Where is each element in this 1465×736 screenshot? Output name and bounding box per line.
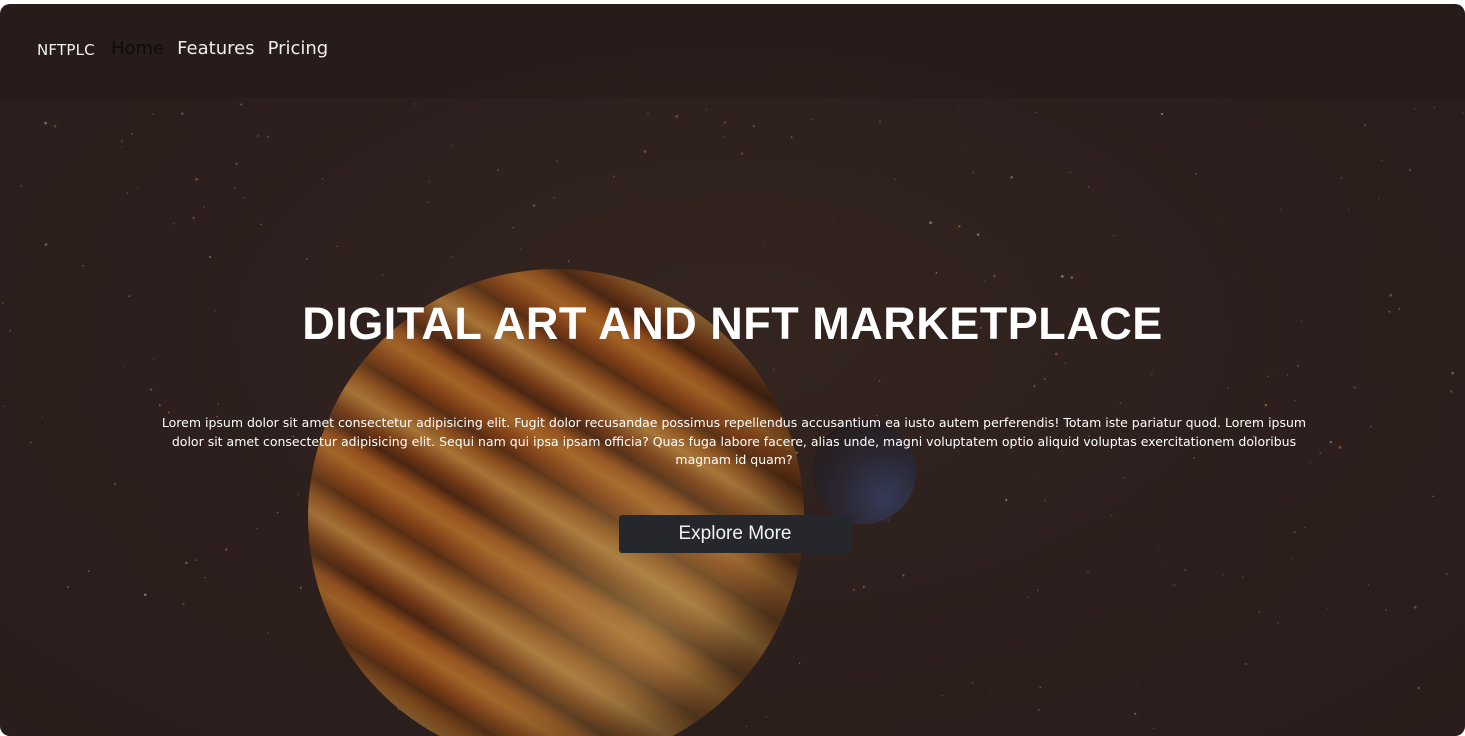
hero-title: DIGITAL ART AND NFT MARKETPLACE [302,298,1163,349]
explore-more-button[interactable]: Explore More [619,515,851,553]
nav-link-home[interactable]: Home [111,38,164,59]
hero-description: Lorem ipsum dolor sit amet consectetur a… [161,415,1307,467]
background-overlay [0,4,1465,736]
nav-links: Home Features Pricing [111,38,328,59]
nav-link-features[interactable]: Features [177,38,254,59]
nav-link-pricing[interactable]: Pricing [268,38,329,59]
hero-section: NFTPLC Home Features Pricing DIGITAL ART… [0,4,1465,736]
navbar: NFTPLC Home Features Pricing [0,4,1465,98]
brand-logo[interactable]: NFTPLC [37,41,95,59]
